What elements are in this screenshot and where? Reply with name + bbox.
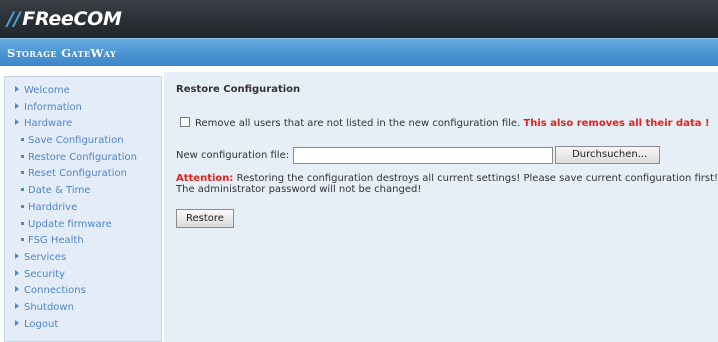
arrow-right-icon: [15, 269, 19, 276]
sidebar-item-shutdown[interactable]: Shutdown: [5, 300, 161, 317]
sidebar-item-label: Reset Configuration: [28, 168, 127, 180]
sidebar-item-welcome[interactable]: Welcome: [5, 83, 161, 100]
sidebar-item-label: Information: [24, 101, 82, 113]
sidebar-item-label: Hardware: [24, 118, 73, 130]
bullet-icon: [21, 138, 24, 142]
arrow-right-icon: [15, 302, 19, 309]
sidebar-item-label: FSG Health: [28, 235, 84, 247]
sidebar-item-label: Logout: [24, 318, 59, 330]
config-file-label: New configuration file:: [176, 149, 290, 161]
sidebar-item-label: Save Configuration: [28, 135, 124, 147]
sidebar-item-connections[interactable]: Connections: [5, 283, 161, 300]
arrow-right-icon: [15, 86, 19, 92]
sidebar-item-update-firmware[interactable]: Update firmware: [5, 217, 161, 234]
bullet-icon: [21, 171, 24, 175]
bullet-icon: [21, 221, 24, 225]
browse-button[interactable]: Durchsuchen...: [555, 146, 661, 164]
sidebar-item-date-and-time[interactable]: Date & Time: [5, 183, 161, 200]
arrow-right-icon: [15, 119, 19, 126]
restore-button[interactable]: Restore: [176, 209, 234, 228]
sidebar-item-fsg-health[interactable]: FSG Health: [5, 233, 161, 250]
sidebar-item-label: Harddrive: [28, 201, 78, 213]
remove-users-checkbox[interactable]: [180, 117, 190, 127]
attention-text: Restoring the configuration destroys all…: [236, 173, 718, 184]
sidebar-item-label: Connections: [24, 285, 86, 297]
remove-users-label: Remove all users that are not listed in …: [195, 118, 521, 129]
sidebar: Welcome Information Hardware Save Configura…: [4, 76, 162, 342]
remove-users-warning: This also removes all their data !: [523, 118, 710, 129]
top-header: //FReeCOM: [0, 0, 718, 38]
sidebar-item-harddrive[interactable]: Harddrive: [5, 200, 161, 217]
sidebar-item-label: Date & Time: [28, 185, 91, 197]
sidebar-item-logout[interactable]: Logout: [5, 317, 161, 334]
sidebar-item-label: Services: [24, 251, 67, 263]
logo-slashes: //: [7, 8, 21, 30]
bullet-icon: [21, 188, 24, 192]
sidebar-item-hardware[interactable]: Hardware: [5, 116, 161, 133]
sidebar-item-label: Restore Configuration: [28, 151, 137, 163]
sidebar-item-reset-configuration[interactable]: Reset Configuration: [5, 166, 161, 183]
sidebar-item-label: Security: [24, 268, 66, 280]
logo-text: FReeCOM: [22, 8, 122, 30]
main-content: Restore Configuration Remove all users t…: [164, 72, 718, 342]
sidebar-item-save-configuration[interactable]: Save Configuration: [5, 133, 161, 150]
sidebar-item-security[interactable]: Security: [5, 267, 161, 284]
config-file-row: New configuration file: Durchsuchen...: [176, 146, 661, 164]
sidebar-item-restore-configuration[interactable]: Restore Configuration: [5, 150, 161, 167]
bullet-icon: [21, 204, 24, 208]
product-bar: Storage GateWay: [0, 38, 718, 66]
config-file-input[interactable]: [293, 146, 554, 164]
remove-users-row: Remove all users that are not listed in …: [180, 117, 710, 129]
sidebar-item-label: Welcome: [24, 85, 70, 96]
bullet-icon: [21, 238, 24, 242]
arrow-right-icon: [15, 319, 19, 326]
sidebar-nav: Welcome Information Hardware Save Configura…: [5, 83, 161, 333]
attention-label: Attention:: [176, 173, 234, 184]
page-title: Restore Configuration: [176, 84, 301, 95]
sidebar-item-label: Update firmware: [28, 218, 112, 230]
product-title: Storage GateWay: [7, 46, 117, 60]
bullet-icon: [21, 154, 24, 158]
sidebar-item-label: Shutdown: [24, 301, 74, 313]
arrow-right-icon: [15, 102, 19, 109]
arrow-right-icon: [15, 252, 19, 259]
attention-notice: Attention: Restoring the configuration d…: [176, 173, 718, 195]
arrow-right-icon: [15, 286, 19, 293]
freecom-logo: //FReeCOM: [7, 8, 122, 30]
sidebar-item-information[interactable]: Information: [5, 100, 161, 117]
attention-password-note: The administrator password will not be c…: [176, 184, 422, 195]
sidebar-item-services[interactable]: Services: [5, 250, 161, 267]
